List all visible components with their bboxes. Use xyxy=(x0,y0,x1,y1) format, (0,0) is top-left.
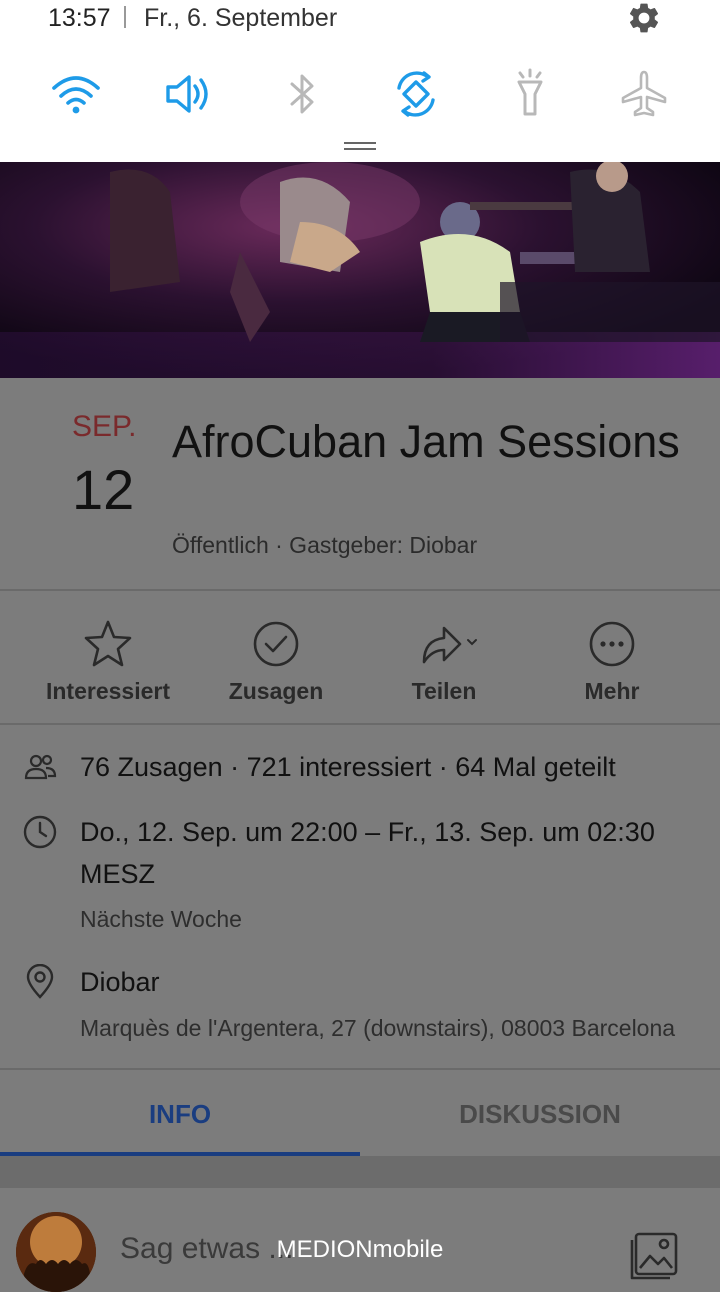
interested-button[interactable]: Interessiert xyxy=(28,618,188,708)
interested-label: Interessiert xyxy=(45,678,170,704)
event-relative-date: Nächste Woche xyxy=(80,906,242,932)
going-label: Zusagen xyxy=(228,678,324,704)
star-icon xyxy=(84,620,132,667)
event-timezone: MESZ xyxy=(80,859,156,889)
event-cover-photo xyxy=(0,162,720,378)
more-button[interactable]: Mehr xyxy=(532,618,692,708)
event-title: AfroCuban Jam Sessions xyxy=(172,416,680,467)
event-stats[interactable]: 76 Zusagen · 721 interessiert · 64 Mal g… xyxy=(80,746,616,788)
section-separator xyxy=(0,1156,720,1188)
people-icon xyxy=(24,754,57,780)
more-label: Mehr xyxy=(584,678,640,704)
more-icon xyxy=(589,621,635,667)
event-subtitle: Öffentlich · Gastgeber: Diobar xyxy=(172,532,478,558)
notification-shade: 13:57 Fr., 6. September xyxy=(0,0,720,162)
event-address[interactable]: Marquès de l'Argentera, 27 (downstairs),… xyxy=(80,1015,675,1042)
airplane-icon[interactable] xyxy=(618,68,670,120)
event-datetime: Do., 12. Sep. um 22:00 – Fr., 13. Sep. u… xyxy=(80,817,655,847)
event-venue[interactable]: Diobar xyxy=(80,961,160,1003)
share-label: Teilen xyxy=(411,678,477,704)
gear-icon[interactable] xyxy=(624,0,664,36)
sound-icon[interactable] xyxy=(163,68,215,120)
event-tabs: INFO DISKUSSION xyxy=(0,1070,720,1156)
status-separator xyxy=(124,6,126,28)
going-button[interactable]: Zusagen xyxy=(196,618,356,708)
divider xyxy=(0,589,720,591)
auto-rotate-icon[interactable] xyxy=(390,68,442,120)
bluetooth-icon[interactable] xyxy=(276,68,328,120)
tab-discussion[interactable]: DISKUSSION xyxy=(360,1070,720,1156)
check-circle-icon xyxy=(253,621,299,667)
status-date: Fr., 6. September xyxy=(144,4,338,32)
event-month: SEP. xyxy=(72,410,137,443)
shade-drag-handle[interactable] xyxy=(344,142,376,150)
clock-icon xyxy=(23,815,57,849)
post-composer xyxy=(0,1188,720,1280)
wifi-icon[interactable] xyxy=(50,68,102,120)
status-time: 13:57 xyxy=(48,4,111,32)
share-icon xyxy=(422,626,477,664)
divider xyxy=(0,723,720,725)
tab-info[interactable]: INFO xyxy=(0,1070,360,1156)
device-watermark: MEDIONmobile xyxy=(276,1236,444,1263)
share-button[interactable]: Teilen xyxy=(364,618,524,708)
event-day: 12 xyxy=(72,458,135,521)
flashlight-icon[interactable] xyxy=(504,68,556,120)
location-pin-icon xyxy=(26,964,54,999)
